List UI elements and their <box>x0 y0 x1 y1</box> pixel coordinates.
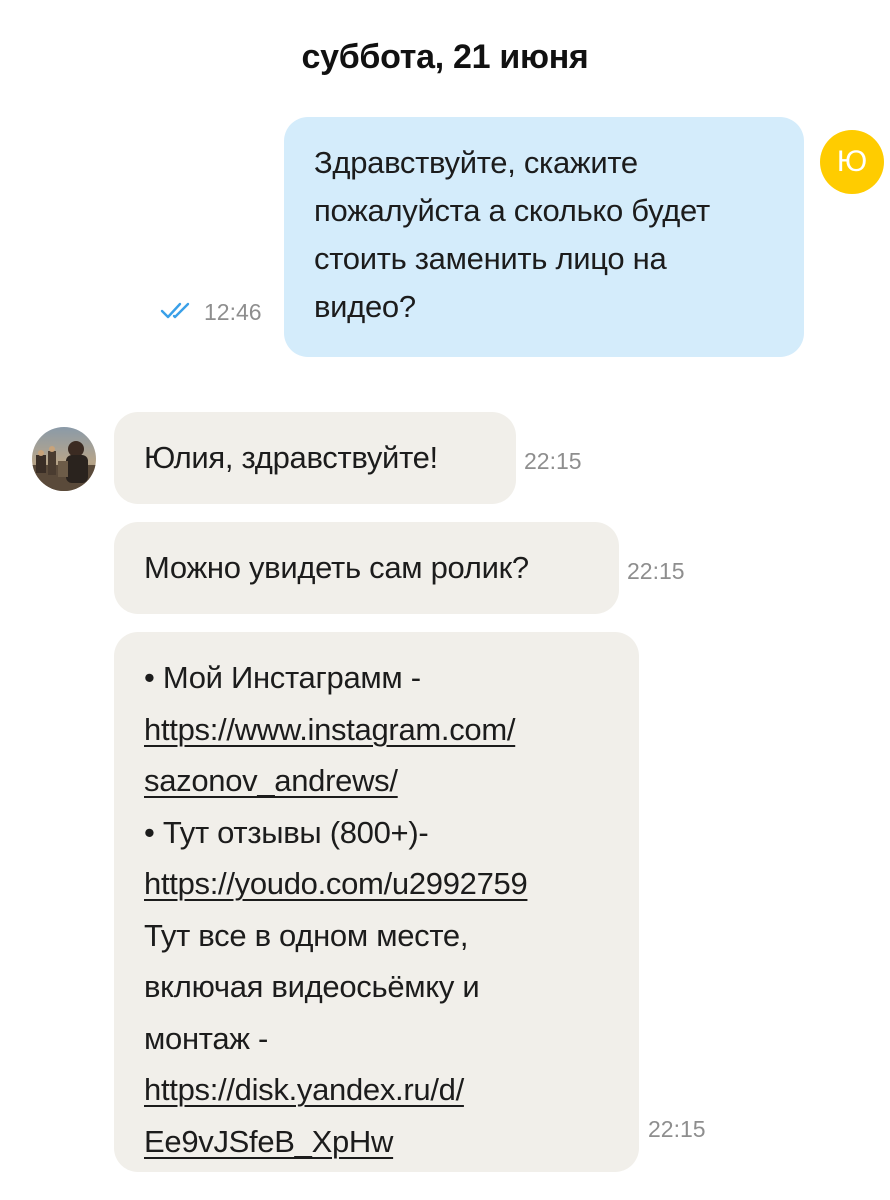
double-check-icon <box>160 300 194 325</box>
my-avatar[interactable]: Ю <box>820 130 884 194</box>
youdo-link[interactable]: https://youdo.com/u2992759 <box>144 858 611 910</box>
yandex-disk-link[interactable]: Ee9vJSfeB_XpHw <box>144 1116 611 1168</box>
message-text-line: • Мой Инстаграмм - <box>144 660 421 695</box>
contact-avatar[interactable] <box>32 427 96 491</box>
message-text-line: Можно увидеть сам ролик? <box>144 550 529 585</box>
incoming-message-bubble[interactable]: Юлия, здравствуйте! <box>114 412 516 504</box>
message-text-line: видео? <box>314 289 416 324</box>
message-time: 12:46 <box>204 299 262 325</box>
message-text-line: стоить заменить лицо на <box>314 241 667 276</box>
message-text-line: пожалуйста а сколько будет <box>314 193 710 228</box>
message-text-line: • Тут отзывы (800+)- <box>144 814 429 850</box>
message-time: 22:15 <box>627 558 685 584</box>
instagram-link[interactable]: sazonov_andrews/ <box>144 755 611 807</box>
message-time: 22:15 <box>524 448 582 474</box>
outgoing-message-bubble[interactable]: Здравствуйте, скажите пожалуйста а сколь… <box>284 117 804 357</box>
message-text-line: Здравствуйте, скажите <box>314 145 638 180</box>
yandex-disk-link[interactable]: https://disk.yandex.ru/d/ <box>144 1064 611 1116</box>
instagram-link[interactable]: https://www.instagram.com/ <box>144 704 611 756</box>
date-separator: суббота, 21 июня <box>301 38 589 76</box>
incoming-message-bubble[interactable]: • Мой Инстаграмм - https://www.instagram… <box>114 632 639 1172</box>
message-text-line: включая видеосьёмку и <box>144 969 480 1004</box>
message-text-line: Юлия, здравствуйте! <box>144 440 438 475</box>
incoming-message-bubble[interactable]: Можно увидеть сам ролик? <box>114 522 619 614</box>
message-text-line: монтаж - <box>144 1020 269 1056</box>
message-status: 12:46 <box>160 299 262 326</box>
message-text-line: Тут все в одном месте, <box>144 917 469 953</box>
message-time: 22:15 <box>648 1116 706 1142</box>
contact-photo-icon <box>32 427 96 491</box>
